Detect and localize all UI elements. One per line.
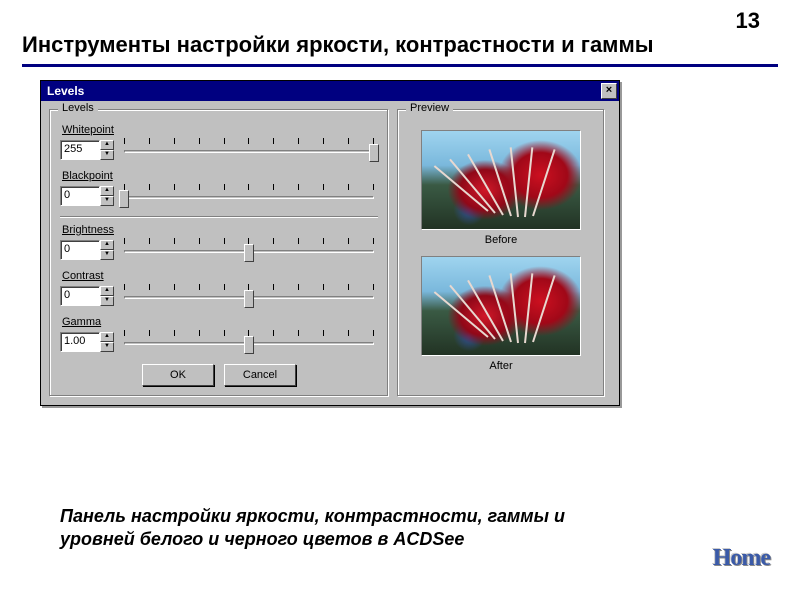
contrast-spinner[interactable]: 0 ▲ ▼	[60, 286, 114, 306]
whitepoint-spinner[interactable]: 255 ▲ ▼	[60, 140, 114, 160]
whitepoint-spin-up[interactable]: ▲	[100, 140, 114, 150]
gamma-label: Gamma	[62, 316, 378, 328]
contrast-spin-down[interactable]: ▼	[100, 296, 114, 306]
gamma-spin-up[interactable]: ▲	[100, 332, 114, 342]
contrast-input[interactable]: 0	[60, 286, 100, 306]
levels-groupbox: Levels Whitepoint 255 ▲ ▼	[49, 109, 389, 397]
blackpoint-spin-down[interactable]: ▼	[100, 196, 114, 206]
preview-groupbox: Preview Before	[397, 109, 605, 397]
contrast-row: Contrast 0 ▲ ▼	[60, 270, 378, 308]
contrast-label: Contrast	[62, 270, 378, 282]
contrast-slider[interactable]	[120, 284, 378, 308]
brightness-slider[interactable]	[120, 238, 378, 262]
gamma-input[interactable]: 1.00	[60, 332, 100, 352]
blackpoint-spinner[interactable]: 0 ▲ ▼	[60, 186, 114, 206]
after-caption: After	[408, 360, 594, 372]
home-link[interactable]: Home	[713, 545, 770, 572]
whitepoint-input[interactable]: 255	[60, 140, 100, 160]
contrast-thumb[interactable]	[244, 290, 254, 308]
dialog-title: Levels	[47, 84, 84, 98]
brightness-row: Brightness 0 ▲ ▼	[60, 224, 378, 262]
brightness-spin-down[interactable]: ▼	[100, 250, 114, 260]
gamma-thumb[interactable]	[244, 336, 254, 354]
levels-group-label: Levels	[58, 102, 98, 114]
divider	[60, 216, 378, 218]
ok-button[interactable]: OK	[142, 364, 214, 386]
cancel-button[interactable]: Cancel	[224, 364, 296, 386]
blackpoint-spin-up[interactable]: ▲	[100, 186, 114, 196]
gamma-row: Gamma 1.00 ▲ ▼	[60, 316, 378, 354]
blackpoint-input[interactable]: 0	[60, 186, 100, 206]
page-caption: Панель настройки яркости, контрастности,…	[60, 505, 640, 552]
blackpoint-slider[interactable]	[120, 184, 378, 208]
brightness-spinner[interactable]: 0 ▲ ▼	[60, 240, 114, 260]
before-image	[421, 130, 581, 230]
blackpoint-label: Blackpoint	[62, 170, 378, 182]
levels-dialog: Levels × Levels Whitepoint 255 ▲ ▼	[40, 80, 620, 406]
blackpoint-thumb[interactable]	[119, 190, 129, 208]
contrast-spin-up[interactable]: ▲	[100, 286, 114, 296]
whitepoint-thumb[interactable]	[369, 144, 379, 162]
page-title: Инструменты настройки яркости, контрастн…	[22, 32, 654, 58]
title-underline	[22, 64, 778, 67]
page-number: 13	[736, 8, 760, 34]
gamma-slider[interactable]	[120, 330, 378, 354]
brightness-input[interactable]: 0	[60, 240, 100, 260]
brightness-spin-up[interactable]: ▲	[100, 240, 114, 250]
whitepoint-spin-down[interactable]: ▼	[100, 150, 114, 160]
before-caption: Before	[408, 234, 594, 246]
dialog-titlebar[interactable]: Levels ×	[41, 81, 619, 101]
whitepoint-slider[interactable]	[120, 138, 378, 162]
preview-group-label: Preview	[406, 102, 453, 114]
gamma-spin-down[interactable]: ▼	[100, 342, 114, 352]
gamma-spinner[interactable]: 1.00 ▲ ▼	[60, 332, 114, 352]
brightness-label: Brightness	[62, 224, 378, 236]
blackpoint-row: Blackpoint 0 ▲ ▼	[60, 170, 378, 208]
whitepoint-label: Whitepoint	[62, 124, 378, 136]
whitepoint-row: Whitepoint 255 ▲ ▼	[60, 124, 378, 162]
close-button[interactable]: ×	[601, 83, 617, 99]
after-image	[421, 256, 581, 356]
brightness-thumb[interactable]	[244, 244, 254, 262]
